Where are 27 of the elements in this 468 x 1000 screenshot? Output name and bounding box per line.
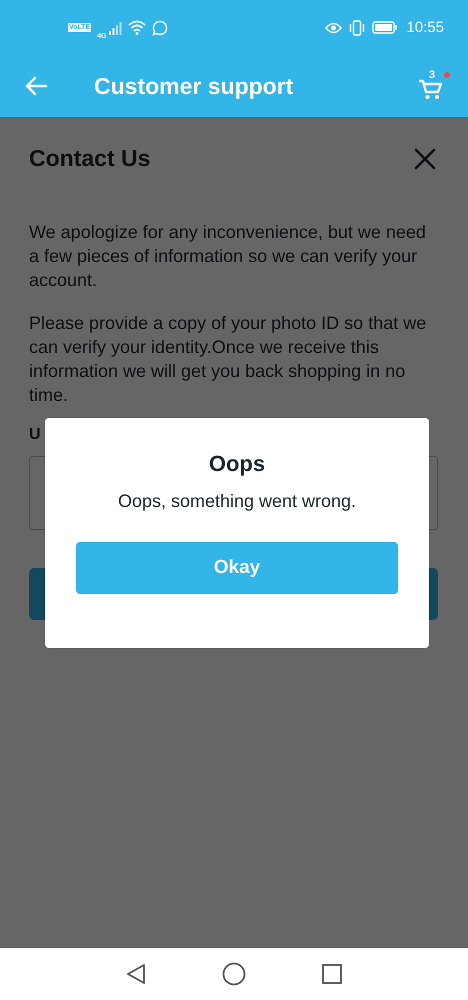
okay-button[interactable]: Okay — [76, 542, 398, 594]
back-arrow-icon — [24, 76, 48, 96]
recents-nav-button[interactable] — [322, 964, 342, 984]
page-title: Customer support — [94, 72, 294, 100]
eye-icon — [325, 22, 342, 34]
chat-icon — [152, 20, 168, 36]
back-nav-button[interactable] — [126, 963, 146, 985]
square-recents-icon — [322, 964, 342, 984]
close-button[interactable] — [414, 148, 436, 170]
cart-icon — [418, 78, 444, 100]
info-paragraph: We apologize for any inconvenience, but we need a few pieces of information so we can verify your account. — [29, 221, 427, 292]
wifi-icon — [128, 20, 146, 35]
signal-icon — [108, 20, 122, 34]
info-paragraph: Please provide a copy of your photo ID so that we can verify your identity.Once we receive this information we will get you back shopping in no time. — [29, 312, 428, 407]
triangle-back-icon — [126, 963, 146, 985]
clock-time: 10:55 — [406, 19, 444, 36]
cart-count: 3 — [429, 69, 436, 81]
home-nav-button[interactable] — [222, 962, 246, 986]
dialog-message: Oops, something went wrong. — [118, 491, 356, 512]
section-title: Contact Us — [29, 145, 150, 172]
battery-icon — [372, 21, 398, 34]
circle-home-icon — [222, 962, 246, 986]
close-icon — [414, 148, 436, 170]
field-label: U — [29, 426, 41, 444]
dialog-title: Oops — [208, 451, 266, 477]
cart-button[interactable]: 3 — [418, 72, 448, 100]
vibrate-icon — [348, 20, 366, 36]
